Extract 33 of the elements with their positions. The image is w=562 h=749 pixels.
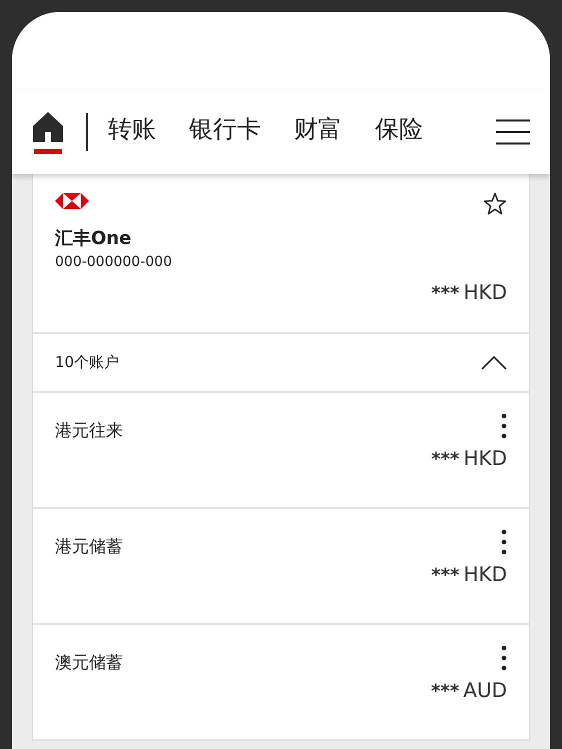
account-number: 000-000000-000	[55, 254, 173, 270]
collapse-button[interactable]	[481, 356, 507, 370]
favorite-button[interactable]	[483, 192, 507, 216]
masked-balance: ***	[431, 283, 460, 304]
account-name: 汇丰One	[55, 227, 132, 250]
masked-balance: ***	[431, 449, 460, 470]
more-button[interactable]	[501, 529, 507, 555]
currency: AUD	[463, 678, 507, 702]
more-icon	[501, 645, 507, 671]
account-name: 港元往来	[55, 420, 123, 442]
chevron-icon	[481, 356, 507, 370]
more-icon	[501, 413, 507, 439]
currency: HKD	[463, 446, 507, 470]
account-count: 10个账户	[55, 353, 120, 372]
more-icon	[501, 529, 507, 555]
masked-balance: ***	[431, 681, 460, 702]
logo-icon	[55, 192, 89, 210]
account-name: 港元储蓄	[55, 536, 123, 558]
nav-tab[interactable]: 财富	[294, 112, 342, 152]
more-button[interactable]	[501, 645, 507, 671]
home-tab[interactable]	[32, 110, 64, 154]
account-name: 澳元储蓄	[55, 652, 123, 674]
nav-tab[interactable]: 保险	[375, 112, 423, 152]
currency: HKD	[463, 562, 507, 586]
masked-balance: ***	[431, 565, 460, 586]
nav-tab[interactable]: 银行卡	[189, 112, 261, 152]
star-icon	[483, 192, 507, 216]
currency: HKD	[463, 280, 507, 304]
menu-icon	[496, 119, 530, 145]
nav-tab[interactable]: 转账	[108, 112, 156, 152]
menu-button[interactable]	[496, 119, 530, 145]
home-icon	[32, 110, 64, 142]
more-button[interactable]	[501, 413, 507, 439]
